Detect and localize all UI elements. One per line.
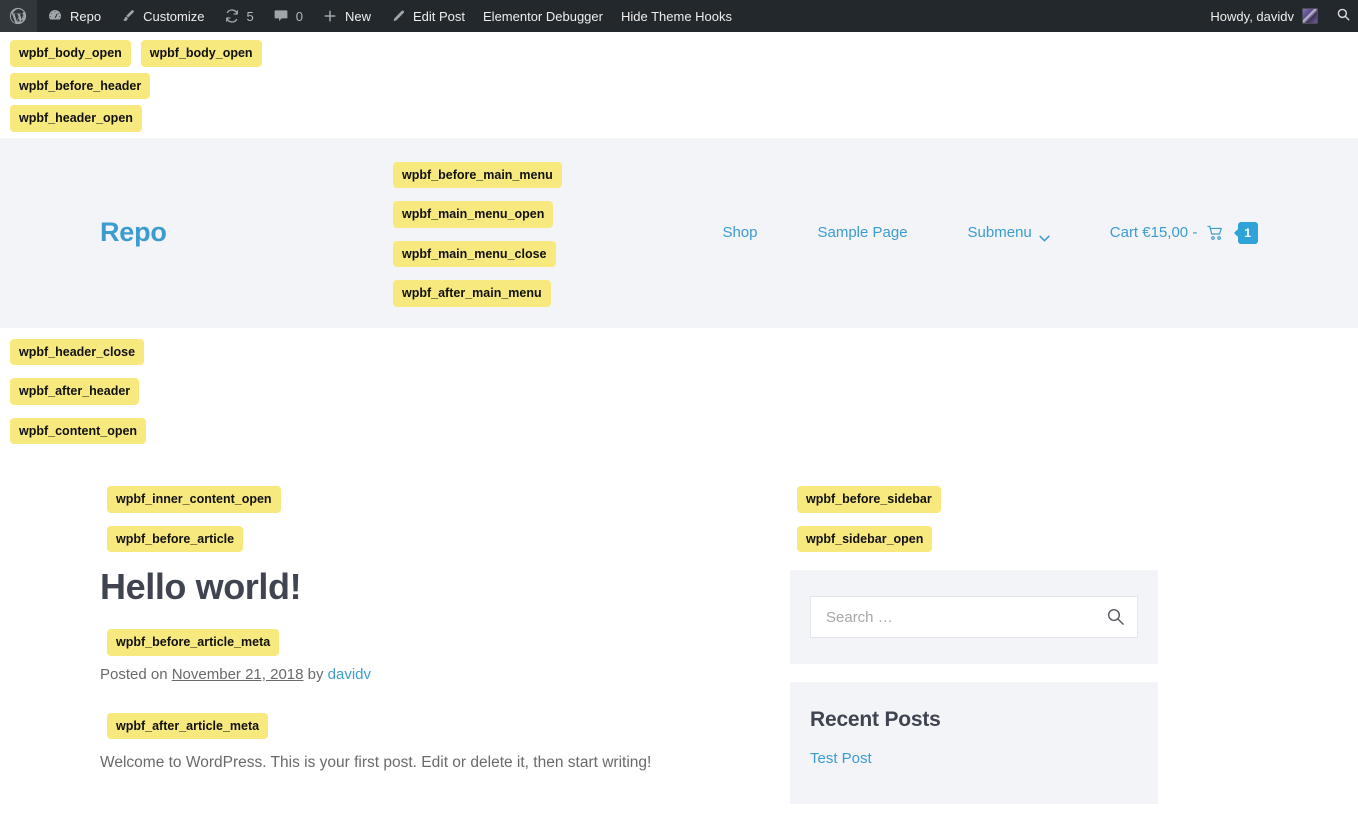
after-header-hook-stack: wpbf_header_close wpbf_after_header wpbf… xyxy=(0,328,1358,444)
hook-row: wpbf_header_open xyxy=(10,105,1358,132)
adminbar-item-label: Repo xyxy=(70,8,102,24)
main-navigation: Shop Sample Page Submenu Cart €15,00 - 1 xyxy=(692,221,1258,244)
adminbar-item-customize[interactable]: Customize xyxy=(110,0,213,32)
wp-admin-bar: Repo Customize 5 0 New Edit Post Element… xyxy=(0,0,1358,32)
post-meta-by: by xyxy=(303,665,328,683)
hook-badge-before-sidebar: wpbf_before_sidebar xyxy=(797,486,941,513)
widget-recent-posts: Recent Posts Test Post xyxy=(790,682,1158,804)
adminbar-item-site-name[interactable]: Repo xyxy=(37,0,110,32)
widget-search xyxy=(790,570,1158,664)
hook-row: wpbf_body_open wpbf_body_open xyxy=(10,40,1358,67)
search-form xyxy=(810,596,1138,638)
recent-post-link[interactable]: Test Post xyxy=(810,750,872,767)
hook-badge-body-open-2: wpbf_body_open xyxy=(140,40,262,67)
sidebar: wpbf_before_sidebar wpbf_sidebar_open Re… xyxy=(790,486,1158,804)
brush-icon xyxy=(119,7,137,25)
dashboard-icon xyxy=(46,7,64,25)
cart-icon xyxy=(1207,225,1224,241)
hook-row: wpbf_before_header xyxy=(10,72,1358,99)
hook-row: wpbf_before_article_meta xyxy=(100,629,760,656)
hook-badge-before-main-menu: wpbf_before_main_menu xyxy=(393,161,562,188)
hook-badge-header-close: wpbf_header_close xyxy=(10,338,145,365)
header-hook-stack: wpbf_before_main_menu wpbf_main_menu_ope… xyxy=(393,161,562,307)
adminbar-item-label: Customize xyxy=(143,8,205,24)
hook-badge-header-open: wpbf_header_open xyxy=(10,105,142,132)
search-icon xyxy=(1106,608,1125,629)
site-logo[interactable]: Repo xyxy=(100,217,167,248)
post-author-link[interactable]: davidv xyxy=(328,666,371,683)
hook-badge-main-menu-close: wpbf_main_menu_close xyxy=(393,240,556,267)
adminbar-howdy-label: Howdy, davidv xyxy=(1210,8,1294,24)
nav-item-sample-page[interactable]: Sample Page xyxy=(787,224,937,241)
post-meta-prefix: Posted on xyxy=(100,665,172,683)
hook-badge-sidebar-open: wpbf_sidebar_open xyxy=(797,525,933,552)
search-icon xyxy=(1336,7,1351,25)
list-item: Test Post xyxy=(810,750,1138,768)
nav-item-label: Shop xyxy=(722,224,758,241)
widget-title: Recent Posts xyxy=(810,708,941,731)
hook-badge-inner-content-open: wpbf_inner_content_open xyxy=(107,486,281,513)
hook-badge-after-header: wpbf_after_header xyxy=(10,378,140,405)
adminbar-wordpress-logo[interactable] xyxy=(0,0,37,32)
post-meta: Posted on November 21, 2018 by davidv xyxy=(100,666,760,683)
post-excerpt: Welcome to WordPress. This is your first… xyxy=(100,754,652,772)
content-hook-stack: wpbf_inner_content_open wpbf_before_arti… xyxy=(100,486,760,552)
adminbar-search-button[interactable] xyxy=(1328,0,1358,32)
adminbar-update-count: 5 xyxy=(246,8,254,24)
search-input[interactable] xyxy=(811,597,1137,637)
cart-count-badge: 1 xyxy=(1238,221,1258,244)
adminbar-item-label: New xyxy=(344,8,371,24)
primary-content: wpbf_inner_content_open wpbf_before_arti… xyxy=(100,486,760,804)
adminbar-item-updates[interactable]: 5 xyxy=(214,0,263,32)
plus-icon xyxy=(321,7,339,25)
adminbar-my-account[interactable]: Howdy, davidv xyxy=(1198,0,1328,32)
post-date-link[interactable]: November 21, 2018 xyxy=(172,666,304,683)
nav-item-label: Sample Page xyxy=(817,224,908,241)
page-title: Hello world! xyxy=(100,566,302,607)
hook-badge-content-open: wpbf_content_open xyxy=(10,417,147,444)
refresh-icon xyxy=(223,7,241,25)
adminbar-item-new[interactable]: New xyxy=(312,0,380,32)
hook-badge-after-article-meta: wpbf_after_article_meta xyxy=(107,712,269,740)
hook-badge-before-header: wpbf_before_header xyxy=(10,72,151,99)
adminbar-item-label: Edit Post xyxy=(412,8,466,24)
content-container: wpbf_inner_content_open wpbf_before_arti… xyxy=(0,444,1358,804)
adminbar-item-elementor-debugger[interactable]: Elementor Debugger xyxy=(474,0,612,32)
hook-badge-before-article: wpbf_before_article xyxy=(107,525,244,552)
sidebar-hook-stack: wpbf_before_sidebar wpbf_sidebar_open xyxy=(790,486,1158,552)
adminbar-item-edit-post[interactable]: Edit Post xyxy=(380,0,474,32)
avatar xyxy=(1302,8,1318,24)
hook-badge-before-article-meta: wpbf_before_article_meta xyxy=(107,629,280,656)
hook-badge-body-open-1: wpbf_body_open xyxy=(10,40,131,67)
chevron-down-icon xyxy=(1039,229,1050,242)
wordpress-logo-icon xyxy=(9,7,27,25)
site-header: Repo wpbf_before_main_menu wpbf_main_men… xyxy=(0,137,1358,328)
adminbar-item-label: Hide Theme Hooks xyxy=(620,8,733,24)
nav-item-label: Submenu xyxy=(967,224,1032,241)
recent-posts-list: Test Post xyxy=(810,750,1138,768)
comment-icon xyxy=(272,7,290,25)
post-article: Hello world! wpbf_before_article_meta Po… xyxy=(100,566,760,777)
search-submit-button[interactable] xyxy=(1105,607,1125,627)
top-hook-stack: wpbf_body_open wpbf_body_open wpbf_befor… xyxy=(0,32,1358,132)
adminbar-right-group: Howdy, davidv xyxy=(1198,0,1358,32)
hook-badge-after-main-menu: wpbf_after_main_menu xyxy=(393,280,551,307)
adminbar-comment-count: 0 xyxy=(295,8,303,24)
adminbar-item-hide-theme-hooks[interactable]: Hide Theme Hooks xyxy=(612,0,741,32)
cart-label: Cart €15,00 - xyxy=(1109,224,1198,241)
hook-row: wpbf_after_article_meta xyxy=(100,712,760,740)
hook-badge-main-menu-open: wpbf_main_menu_open xyxy=(393,201,554,228)
nav-item-shop[interactable]: Shop xyxy=(692,224,787,241)
nav-item-cart[interactable]: Cart €15,00 - 1 xyxy=(1080,221,1258,244)
nav-item-submenu[interactable]: Submenu xyxy=(938,224,1080,242)
adminbar-item-label: Elementor Debugger xyxy=(483,8,603,24)
adminbar-item-comments[interactable]: 0 xyxy=(263,0,312,32)
pencil-icon xyxy=(389,7,407,25)
